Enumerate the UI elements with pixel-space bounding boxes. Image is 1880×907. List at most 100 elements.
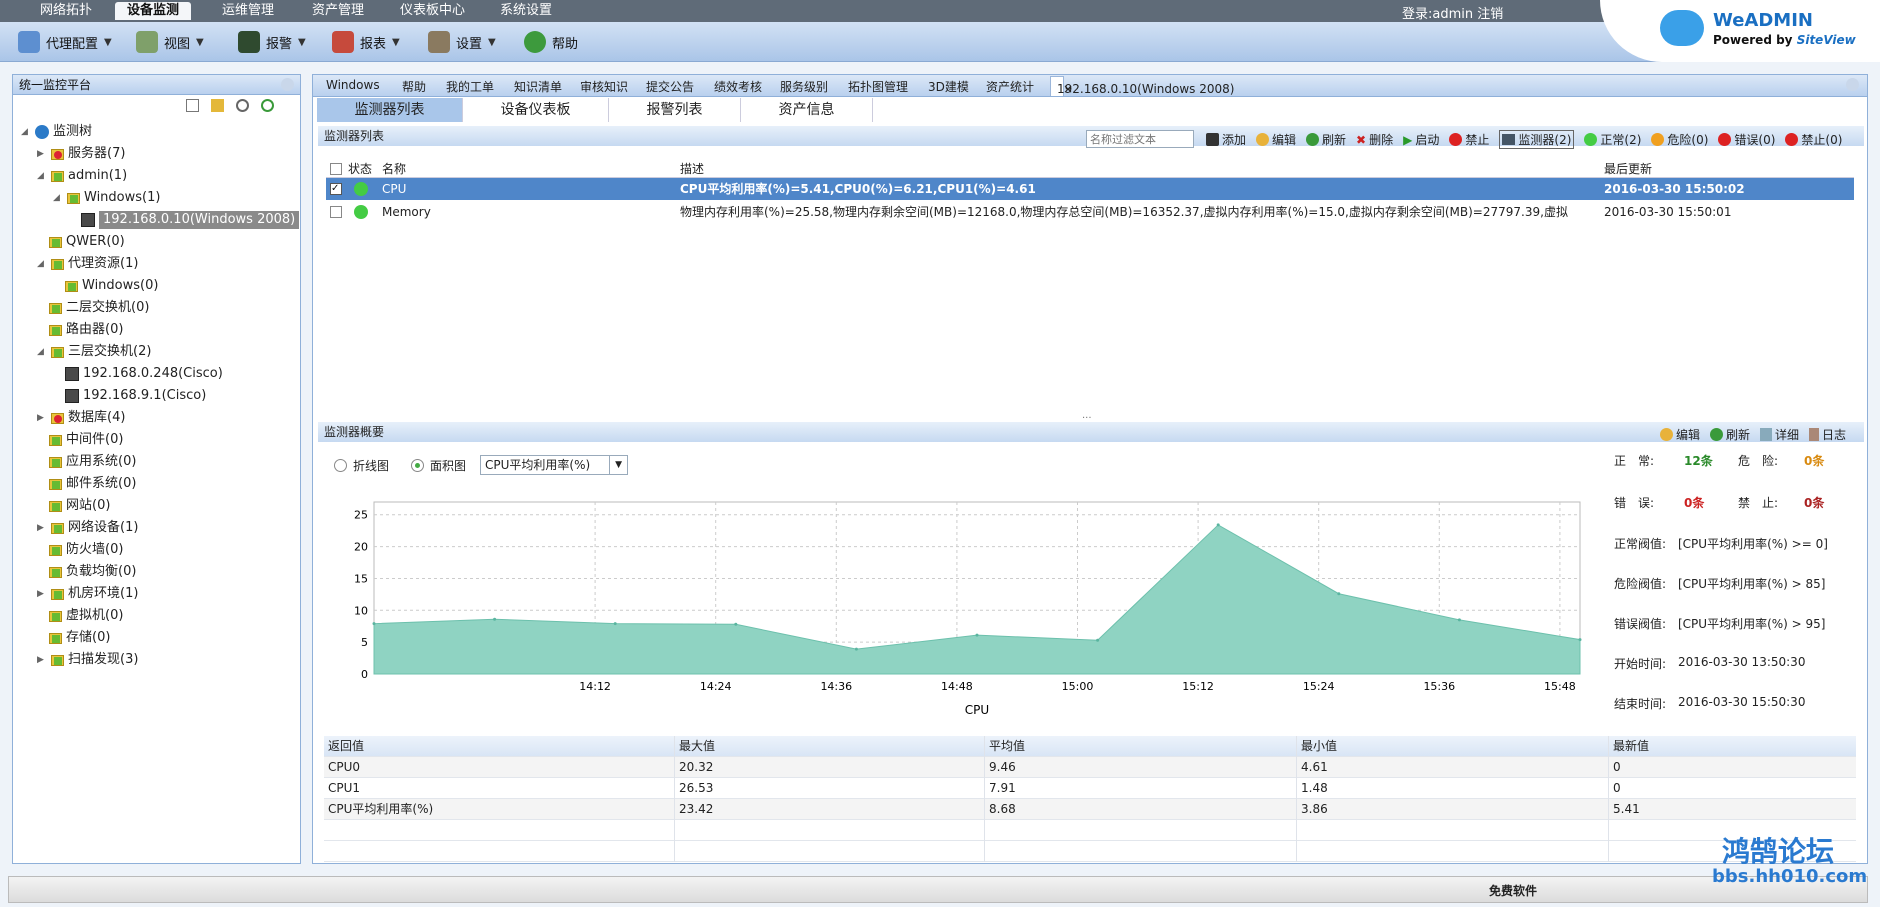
locate-icon[interactable] [211, 99, 224, 112]
y-tick-label: 20 [354, 541, 368, 554]
tree-item-website[interactable]: 网站(0) [49, 497, 110, 515]
menu-ops[interactable]: 运维管理 [210, 2, 286, 20]
stats-table-header: 返回值 最大值 平均值 最小值 最新值 [324, 736, 1856, 757]
tree-item-middleware[interactable]: 中间件(0) [49, 431, 123, 449]
subtab-asset-info[interactable]: 资产信息 [741, 98, 873, 122]
overview-edit-button[interactable]: 编辑 [1660, 426, 1700, 443]
tree-item-l3-switch[interactable]: ◢ 三层交换机(2) [37, 343, 151, 361]
tab-host-active[interactable]: 192.168.0.10(Windows 2008) × [1050, 76, 1234, 96]
tree-item-l2-switch[interactable]: 二层交换机(0) [49, 299, 149, 317]
subtab-alarm-list[interactable]: 报警列表 [609, 98, 741, 122]
tree-item-qwer[interactable]: QWER(0) [49, 233, 125, 251]
table-row[interactable]: Memory 物理内存利用率(%)=25.58,物理内存剩余空间(MB)=121… [326, 201, 1854, 223]
close-icon[interactable]: × [1063, 79, 1073, 99]
tree-item-router[interactable]: 路由器(0) [49, 321, 123, 339]
tab-windows[interactable]: Windows [326, 78, 380, 92]
error-filter[interactable]: 错误(0) [1718, 131, 1775, 148]
tab-submit-notice[interactable]: 提交公告 [646, 78, 694, 95]
search-icon[interactable] [236, 99, 249, 112]
tree-item-loadbalance[interactable]: 负载均衡(0) [49, 563, 136, 581]
gear-icon[interactable] [281, 78, 294, 91]
danger-filter[interactable]: 危险(0) [1651, 131, 1708, 148]
tab-asset-stats[interactable]: 资产统计 [986, 78, 1034, 95]
overview-refresh-button[interactable]: 刷新 [1710, 426, 1750, 443]
tree-item-cisco-1[interactable]: 192.168.0.248(Cisco) [65, 365, 223, 383]
help-button[interactable]: 帮助 [524, 30, 578, 54]
overview-log-button[interactable]: 日志 [1809, 426, 1846, 443]
metric-select[interactable]: CPU平均利用率(%) ▼ [480, 455, 629, 475]
alarm-button[interactable]: 报警 ▼ [238, 30, 306, 54]
line-radio[interactable] [334, 458, 347, 472]
menu-device-monitor[interactable]: 设备监测 [115, 2, 192, 20]
view-button[interactable]: 视图 ▼ [136, 30, 204, 54]
login-info[interactable]: 登录:admin 注销 [1402, 3, 1503, 22]
menu-assets[interactable]: 资产管理 [300, 2, 376, 20]
main-menubar: 网络拓扑 设备监测 运维管理 资产管理 仪表板中心 系统设置 登录:admin … [0, 0, 1880, 22]
report-button[interactable]: 报表 ▼ [332, 30, 400, 54]
normal-filter[interactable]: 正常(2) [1584, 131, 1641, 148]
refresh-icon[interactable] [261, 99, 274, 112]
area-radio-checked[interactable] [411, 458, 425, 472]
tree-root[interactable]: ◢ 监测树 [21, 123, 92, 141]
gear-icon[interactable] [1846, 78, 1859, 91]
col-last-update: 最后更新 [1604, 162, 1653, 176]
tree-item-mail[interactable]: 邮件系统(0) [49, 475, 136, 493]
monitor-icon [1502, 134, 1516, 145]
tree-item-windows[interactable]: ◢ Windows(1) [53, 189, 160, 207]
menu-dashboard[interactable]: 仪表板中心 [388, 2, 477, 20]
delete-button[interactable]: ✖ 删除 [1356, 131, 1393, 148]
subtab-device-dashboard[interactable]: 设备仪表板 [463, 98, 609, 122]
tab-service-level[interactable]: 服务级别 [780, 78, 828, 95]
tree-item-storage[interactable]: 存储(0) [49, 629, 110, 647]
chart-type-controls: 折线图 面积图 CPU平均利用率(%) ▼ [334, 455, 629, 475]
tab-3d-model[interactable]: 3D建模 [928, 78, 969, 95]
subtab-monitor-list[interactable]: 监测器列表 [317, 98, 463, 122]
start-time-value: 2016-03-30 13:50:30 [1678, 655, 1806, 669]
tree-item-network[interactable]: ▶ 网络设备(1) [37, 519, 138, 537]
add-button[interactable]: 添加 [1206, 131, 1246, 148]
tree-item-admin[interactable]: ◢ admin(1) [37, 167, 127, 185]
edit-button[interactable]: 编辑 [1256, 131, 1296, 148]
tab-performance[interactable]: 绩效考核 [714, 78, 762, 95]
start-button[interactable]: ▶ 启动 [1403, 131, 1439, 148]
tree-item-firewall[interactable]: 防火墙(0) [49, 541, 123, 559]
globe-icon [35, 125, 49, 139]
row-checkbox[interactable] [330, 206, 342, 218]
collapse-icon[interactable] [186, 99, 199, 112]
start-label: 启动 [1415, 133, 1440, 147]
overview-detail-button[interactable]: 详细 [1760, 426, 1799, 443]
tree-item-cisco-2[interactable]: 192.168.9.1(Cisco) [65, 387, 206, 405]
settings-button[interactable]: 设置 ▼ [428, 30, 496, 54]
end-time-value: 2016-03-30 15:50:30 [1678, 695, 1806, 709]
tree-item-agent-windows[interactable]: Windows(0) [65, 277, 158, 295]
select-all-checkbox[interactable] [330, 163, 342, 175]
refresh-button[interactable]: 刷新 [1306, 131, 1346, 148]
tree-item-datacenter[interactable]: ▶ 机房环境(1) [37, 585, 138, 603]
tab-help[interactable]: 帮助 [402, 78, 426, 95]
tree-item-database[interactable]: ▶ 数据库(4) [37, 409, 125, 427]
tree-item-scan[interactable]: ▶ 扫描发现(3) [37, 651, 138, 669]
monitor-count-button[interactable]: 监测器(2) [1499, 130, 1575, 149]
forbid-filter[interactable]: 禁止(0) [1785, 131, 1842, 148]
tree-item-host-selected[interactable]: 192.168.0.10(Windows 2008) [81, 211, 300, 229]
menu-topology[interactable]: 网络拓扑 [28, 2, 104, 20]
menu-system-settings[interactable]: 系统设置 [488, 2, 564, 20]
tree-item-vm[interactable]: 虚拟机(0) [49, 607, 123, 625]
tab-knowledge-list[interactable]: 知识清单 [514, 78, 562, 95]
splitter-handle[interactable]: ... [1082, 410, 1092, 421]
tab-my-tickets[interactable]: 我的工单 [446, 78, 494, 95]
tab-topology-admin[interactable]: 拓扑图管理 [848, 78, 908, 95]
agent-config-button[interactable]: 代理配置 ▼ [18, 30, 112, 54]
row-checkbox-checked[interactable]: ✓ [330, 183, 342, 195]
folder-ok-icon [51, 170, 64, 182]
name-filter-input[interactable] [1086, 130, 1194, 148]
tree-item-apps[interactable]: 应用系统(0) [49, 453, 136, 471]
tab-review-knowledge[interactable]: 审核知识 [580, 78, 628, 95]
expand-icon: ◢ [21, 127, 28, 137]
table-row[interactable]: ✓ CPU CPU平均利用率(%)=5.41,CPU0(%)=6.21,CPU1… [326, 178, 1854, 200]
tree-item-agent[interactable]: ◢ 代理资源(1) [37, 255, 138, 273]
disable-button[interactable]: 禁止 [1449, 131, 1489, 148]
tree-item-servers[interactable]: ▶ 服务器(7) [37, 145, 125, 163]
folder-ok-icon [49, 236, 62, 248]
left-panel-title-text: 统一监控平台 [19, 78, 92, 92]
